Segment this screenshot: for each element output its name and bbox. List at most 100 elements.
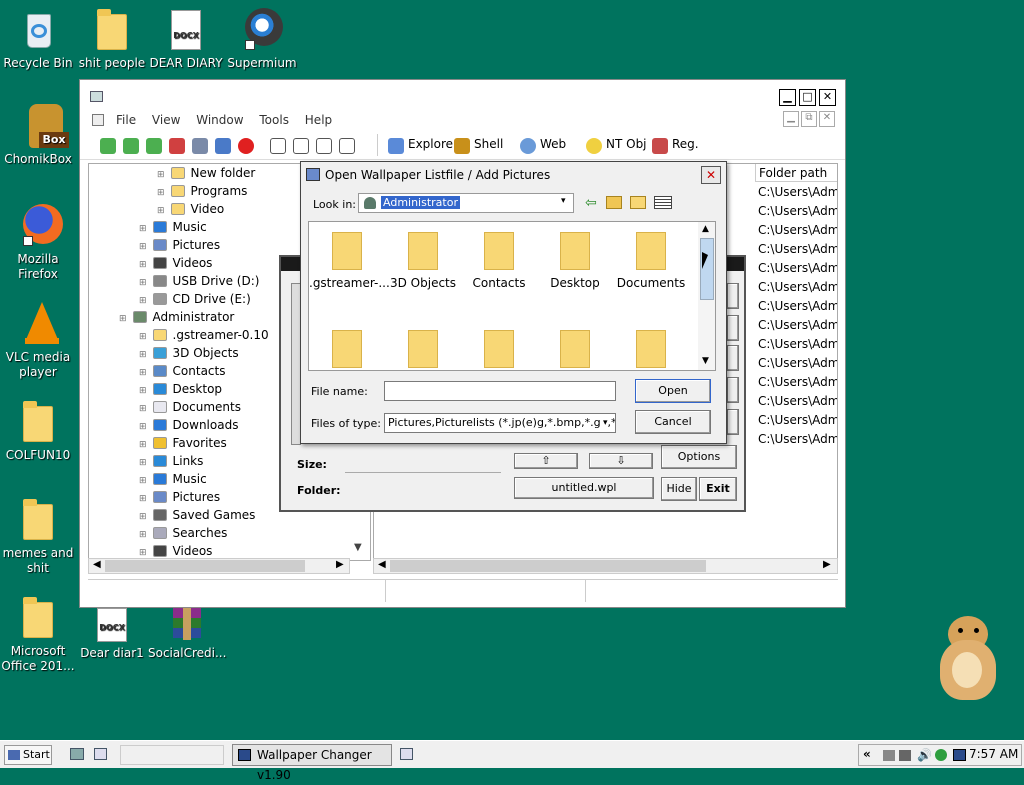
tree-expand-icon[interactable]: ⊞ [139, 368, 147, 378]
tree-expand-icon[interactable]: ⊞ [139, 242, 147, 252]
menu-window[interactable]: Window [190, 110, 249, 130]
desktop-icon-dear-diary[interactable]: DOCX DEAR DIARY [148, 8, 224, 71]
dialog-title-bar[interactable]: Open Wallpaper Listfile / Add Pictures ✕ [301, 162, 726, 188]
tree-item[interactable]: ⊞ Searches [139, 524, 227, 542]
home-icon[interactable] [169, 138, 185, 154]
tree-expand-icon[interactable]: ⊞ [139, 224, 147, 234]
desktop-icon-memes[interactable]: memes and shit [0, 498, 76, 576]
tree-expand-icon[interactable]: ⊞ [139, 422, 147, 432]
menu-tools[interactable]: Tools [253, 110, 295, 130]
scroll-down-icon[interactable]: ▼ [702, 356, 709, 366]
start-button[interactable]: Start [4, 745, 52, 765]
tree-expand-icon[interactable]: ⊞ [157, 206, 165, 216]
options-button[interactable]: Options [661, 445, 737, 469]
tray-app-icon[interactable] [953, 749, 966, 761]
file-item[interactable] [309, 330, 385, 370]
desktop-icon-supermium[interactable]: Supermium [224, 8, 300, 71]
tree-item[interactable]: ⊞ Contacts [139, 362, 226, 380]
nt-obj-button[interactable]: NT Obj [606, 137, 647, 151]
scroll-up-icon[interactable]: ▲ [702, 224, 709, 234]
hide-button[interactable]: Hide [661, 477, 697, 501]
file-item[interactable] [385, 330, 461, 370]
back-icon[interactable]: ⇦ [585, 195, 597, 211]
desktop-icon-dear-diar1[interactable]: DOCX Dear diar1 [74, 606, 150, 661]
tree-expand-icon[interactable]: ⊞ [139, 476, 147, 486]
side-button[interactable] [727, 283, 739, 309]
exit-button[interactable]: Exit [699, 477, 737, 501]
refresh-icon[interactable] [215, 138, 231, 154]
tree-expand-icon[interactable]: ⊞ [139, 530, 147, 540]
tree-expand-icon[interactable]: ⊞ [119, 314, 127, 324]
folder-path-cell[interactable]: C:\Users\Adm [758, 392, 837, 411]
desktop-icon-office[interactable]: Microsoft Office 201... [0, 596, 76, 674]
maximize-button[interactable]: □ [799, 89, 816, 106]
folder-path-cell[interactable]: C:\Users\Adm [758, 373, 837, 392]
folder-path-cell[interactable]: C:\Users\Adm [758, 278, 837, 297]
folder-path-cell[interactable]: C:\Users\Adm [758, 430, 837, 449]
file-item[interactable]: Contacts [461, 232, 537, 290]
forward-arrow-icon[interactable] [123, 138, 139, 154]
scroll-thumb[interactable] [105, 560, 305, 572]
tray-volume-icon[interactable]: 🔊 [917, 748, 932, 762]
tree-expand-icon[interactable]: ⊞ [139, 386, 147, 396]
desktop-icon-colfun10[interactable]: COLFUN10 [0, 400, 76, 463]
tree-item[interactable]: ⊞ Desktop [139, 380, 222, 398]
chevron-down-icon[interactable]: ▾ [561, 196, 566, 206]
shell-button[interactable]: Shell [474, 137, 503, 151]
scroll-right-icon[interactable]: ▶ [336, 559, 344, 570]
view-list-icon[interactable] [316, 138, 332, 154]
folder-path-cell[interactable]: C:\Users\Adm [758, 183, 837, 202]
tree-expand-icon[interactable]: ⊞ [139, 404, 147, 414]
file-view[interactable]: ▲ ▼ .gstreamer-... 3D Objects Contacts Desk… [308, 221, 716, 371]
tree-vscroll[interactable]: ▼ [352, 510, 370, 560]
folder-path-cell[interactable]: C:\Users\Adm [758, 354, 837, 373]
desktop-icon-shit-people[interactable]: shit people [74, 8, 150, 71]
tree-item[interactable]: ⊞ Music [139, 218, 207, 236]
tree-expand-icon[interactable]: ⊞ [139, 458, 147, 468]
mdi-restore-button[interactable]: ⧉ [801, 111, 817, 127]
side-button[interactable] [727, 377, 739, 403]
side-button[interactable] [727, 345, 739, 371]
taskbar-task-icon[interactable] [400, 748, 413, 760]
folder-path-cell[interactable]: C:\Users\Adm [758, 335, 837, 354]
menu-view[interactable]: View [146, 110, 186, 130]
tray-network-icon[interactable] [883, 750, 895, 761]
up-folder-icon[interactable] [606, 196, 622, 209]
tree-expand-icon[interactable]: ⊞ [139, 548, 147, 558]
tree-item[interactable]: ⊞ Pictures [139, 488, 220, 506]
taskbar-button-wallpaper-changer[interactable]: Wallpaper Changer v1.90 [232, 744, 392, 782]
desktop-icon-chomikbox[interactable]: Box ChomikBox [0, 104, 76, 167]
view-large-icon[interactable] [270, 138, 286, 154]
tree-item[interactable]: ⊞ Documents [139, 398, 241, 416]
desktop-icon-recycle-bin[interactable]: Recycle Bin [0, 8, 76, 71]
tray-monitor-icon[interactable] [899, 750, 911, 761]
tree-item[interactable]: ⊞ Saved Games [139, 506, 255, 524]
folder-path-cell[interactable]: C:\Users\Adm [758, 259, 837, 278]
tree-item[interactable]: ⊞ Links [139, 452, 203, 470]
folder-path-cell[interactable]: C:\Users\Adm [758, 297, 837, 316]
look-in-dropdown[interactable]: Administrator ▾ [358, 193, 574, 213]
stop-icon[interactable] [238, 138, 254, 154]
file-item[interactable]: .gstreamer-... [309, 232, 390, 290]
folder-path-cell[interactable]: C:\Users\Adm [758, 316, 837, 335]
list-hscroll[interactable]: ◀ ▶ [373, 558, 838, 574]
file-item[interactable]: 3D Objects [385, 232, 461, 290]
tree-item[interactable]: ⊞ Video [157, 200, 224, 218]
tree-hscroll[interactable]: ◀ ▶ [88, 558, 350, 574]
registry-button[interactable]: Reg. [672, 137, 699, 151]
cancel-button[interactable]: Cancel [635, 410, 711, 434]
quicklaunch-explorer-icon[interactable] [70, 748, 84, 760]
move-up-button[interactable]: ⇧ [514, 453, 578, 469]
open-button[interactable]: Open [635, 379, 711, 403]
tree-item[interactable]: ⊞ CD Drive (E:) [139, 290, 251, 308]
view-details-icon[interactable] [339, 138, 355, 154]
tree-item[interactable]: ⊞ Videos [139, 254, 212, 272]
clock[interactable]: 7:57 AM [969, 747, 1018, 761]
folder-path-cell[interactable]: C:\Users\Adm [758, 221, 837, 240]
file-type-dropdown[interactable]: Pictures,Picturelists (*.jp(e)g,*.bmp,*.… [384, 413, 616, 433]
scroll-thumb[interactable] [390, 560, 706, 572]
close-button[interactable]: ✕ [819, 89, 836, 106]
minimize-button[interactable]: ▁ [779, 89, 796, 106]
tree-expand-icon[interactable]: ⊞ [139, 278, 147, 288]
list-file-field[interactable]: untitled.wpl [514, 477, 654, 499]
